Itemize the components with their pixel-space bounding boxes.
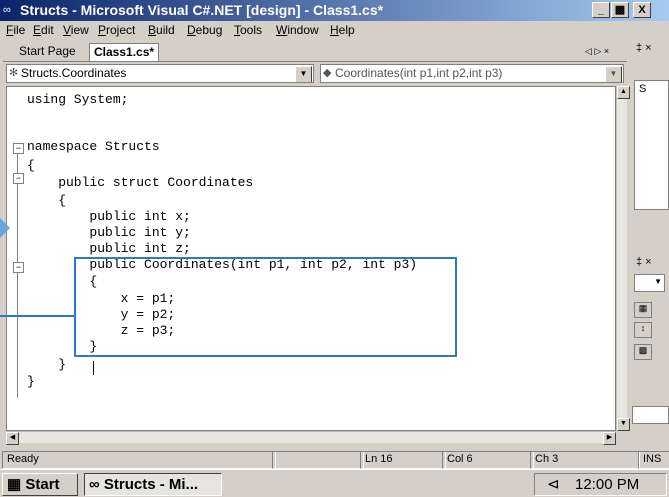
- code-line: {: [27, 193, 67, 208]
- status-char: Ch 3: [530, 451, 640, 469]
- alphabetical-icon[interactable]: ↕: [634, 322, 652, 338]
- method-icon: ◆: [323, 67, 332, 79]
- system-tray: ⊲ 12:00 PM: [534, 473, 667, 496]
- constructor-highlight-box: [74, 257, 457, 357]
- solution-tree[interactable]: S: [634, 80, 669, 210]
- status-empty: [272, 451, 364, 469]
- menu-build[interactable]: Build: [148, 23, 175, 37]
- document-tabs: Start Page Class1.cs* ◁ ▷ ×: [3, 40, 627, 62]
- code-line: }: [27, 374, 35, 389]
- clock: 12:00 PM: [575, 476, 640, 493]
- member-dropdown[interactable]: ◆ Coordinates(int p1,int p2,int p3) ▼: [320, 64, 624, 83]
- member-dropdown-value: Coordinates(int p1,int p2,int p3): [335, 66, 503, 80]
- menu-edit[interactable]: Edit: [33, 23, 54, 37]
- scroll-left-button[interactable]: ◀: [6, 432, 19, 445]
- pane-pin-close[interactable]: ‡ ×: [636, 42, 652, 54]
- taskbar-item-label: Structs - Mi...: [103, 476, 199, 493]
- chevron-down-icon[interactable]: ▼: [605, 66, 622, 82]
- windows-logo-icon: ▦: [7, 476, 22, 493]
- window-title: Structs - Microsoft Visual C#.NET [desig…: [20, 2, 384, 18]
- collapse-toggle[interactable]: −: [13, 143, 24, 154]
- text-caret: [93, 361, 94, 375]
- callout-arrow: [0, 218, 10, 238]
- code-line: public int x;: [27, 209, 191, 224]
- class-icon: ✻: [9, 67, 19, 79]
- collapse-toggle[interactable]: −: [13, 262, 24, 273]
- status-insert-mode: INS: [638, 451, 669, 469]
- menu-debug[interactable]: Debug: [187, 23, 222, 37]
- callout-line: [0, 315, 74, 317]
- title-bar: ∞ Structs - Microsoft Visual C#.NET [des…: [0, 0, 669, 21]
- menu-tools[interactable]: Tools: [234, 23, 262, 37]
- properties-icon[interactable]: ▩: [634, 344, 652, 360]
- close-button[interactable]: X: [633, 2, 651, 18]
- app-icon: ∞: [3, 4, 11, 16]
- taskbar: ▦ Start ∞ Structs - Mi... ⊲ 12:00 PM: [0, 469, 669, 497]
- status-line: Ln 16: [360, 451, 446, 469]
- code-line: {: [27, 158, 35, 173]
- code-line: }: [27, 357, 67, 372]
- outline-margin: − − −: [7, 87, 25, 430]
- properties-object-dropdown[interactable]: ▼: [634, 274, 665, 292]
- categorized-icon[interactable]: ▦: [634, 302, 652, 318]
- properties-grid[interactable]: [632, 406, 669, 424]
- taskbar-item-structs[interactable]: ∞ Structs - Mi...: [84, 473, 222, 496]
- side-tool-pane: ‡ × S ‡ × ▼ ▦ ↕ ▩: [630, 40, 669, 460]
- class-dropdown[interactable]: ✻ Structs.Coordinates ▼: [6, 64, 314, 83]
- horizontal-scrollbar[interactable]: ◀ ▶: [6, 431, 616, 445]
- tree-root-label: S: [639, 83, 647, 95]
- menu-project[interactable]: Project: [98, 23, 135, 37]
- menu-view[interactable]: View: [63, 23, 89, 37]
- scroll-right-button[interactable]: ▶: [603, 432, 616, 445]
- speaker-icon[interactable]: ⊲: [547, 474, 560, 495]
- code-line: public int z;: [27, 241, 191, 256]
- code-line: namespace Structs: [27, 139, 160, 154]
- restore-button[interactable]: ▩: [611, 2, 629, 18]
- chevron-down-icon[interactable]: ▼: [295, 66, 312, 82]
- menu-file[interactable]: File: [6, 23, 25, 37]
- status-bar: Ready Ln 16 Col 6 Ch 3 INS: [0, 449, 669, 469]
- code-line: public struct Coordinates: [27, 175, 254, 190]
- vs-app-icon: ∞: [89, 476, 100, 493]
- status-column: Col 6: [442, 451, 534, 469]
- vertical-scrollbar[interactable]: ▲ ▼: [616, 86, 630, 431]
- start-label: Start: [25, 476, 60, 493]
- chevron-down-icon: ▼: [654, 277, 662, 286]
- minimize-button[interactable]: _: [592, 2, 610, 18]
- menu-help[interactable]: Help: [330, 23, 355, 37]
- outline-line: [17, 152, 18, 398]
- tab-class1[interactable]: Class1.cs*: [89, 43, 160, 61]
- code-line: using System;: [27, 92, 129, 107]
- pane-pin-close-2[interactable]: ‡ ×: [636, 256, 652, 268]
- code-line: public int y;: [27, 225, 191, 240]
- menu-window[interactable]: Window: [276, 23, 319, 37]
- menu-bar: File Edit View Project Build Debug Tools…: [0, 21, 669, 40]
- status-text: Ready: [2, 451, 276, 469]
- collapse-toggle[interactable]: −: [13, 173, 24, 184]
- tab-start-page[interactable]: Start Page: [15, 43, 80, 60]
- scroll-down-button[interactable]: ▼: [617, 418, 630, 431]
- class-dropdown-value: Structs.Coordinates: [21, 66, 127, 80]
- tab-nav-controls[interactable]: ◁ ▷ ×: [581, 43, 613, 60]
- start-button[interactable]: ▦ Start: [2, 473, 78, 496]
- scroll-up-button[interactable]: ▲: [617, 86, 630, 99]
